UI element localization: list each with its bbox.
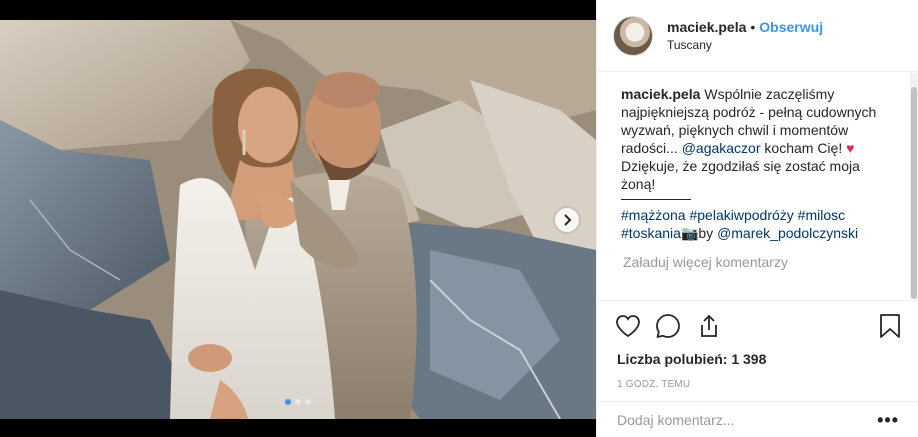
like-button[interactable]	[615, 311, 647, 341]
caption-username[interactable]: maciek.pela	[621, 86, 700, 102]
avatar[interactable]	[613, 15, 653, 56]
location-link[interactable]: Tuscany	[667, 38, 823, 52]
camera-emoji-icon: 📷	[680, 225, 699, 241]
follow-button[interactable]: Obserwuj	[759, 19, 823, 35]
post-timestamp[interactable]: 1 GODZ. TEMU	[617, 379, 901, 390]
comment-input[interactable]	[617, 411, 875, 428]
hashtag-list: #mążżona #pelakiwpodróży #milosc #toskan…	[621, 206, 895, 242]
comments-scrollbar[interactable]	[910, 73, 918, 299]
share-icon	[701, 314, 717, 337]
chevron-right-icon	[564, 214, 572, 226]
post-photo[interactable]	[0, 20, 596, 419]
comment-button[interactable]	[655, 311, 687, 341]
load-more-comments-button[interactable]: Załaduj więcej komentarzy	[623, 254, 895, 270]
likes-count[interactable]: Liczba polubień: 1 398	[617, 351, 901, 367]
post-header: maciek.pela • Obserwuj Tuscany	[597, 0, 918, 72]
post-actions: Liczba polubień: 1 398 1 GODZ. TEMU	[597, 300, 918, 390]
by-text: by	[698, 225, 718, 241]
caption-text: Dziękuje, że zgodziłaś się zostać moja ż…	[621, 158, 860, 192]
next-photo-button[interactable]	[555, 208, 579, 232]
comment-icon	[656, 314, 680, 338]
heart-emoji-icon: ♥	[846, 140, 855, 156]
hashtag-link[interactable]: #milosc	[798, 207, 845, 223]
carousel-dot	[285, 399, 291, 405]
photo-illustration	[0, 20, 596, 419]
photographer-mention-link[interactable]: @marek_podolczynski	[717, 225, 858, 241]
hashtag-link[interactable]: #pelakiwpodróży	[689, 207, 793, 223]
header-row: maciek.pela • Obserwuj	[667, 19, 823, 35]
hashtag-link[interactable]: #toskania	[621, 225, 681, 241]
header-separator: •	[750, 19, 756, 35]
author-username[interactable]: maciek.pela	[667, 19, 746, 35]
post-caption: maciek.pela Wspólnie zaczęliśmy najpiękni…	[621, 85, 895, 193]
carousel-dot	[295, 399, 301, 405]
add-comment-bar: •••	[597, 401, 918, 437]
hashtag-link[interactable]: #mążżona	[621, 207, 686, 223]
media-pane	[0, 0, 596, 437]
share-button[interactable]	[695, 311, 727, 341]
save-button[interactable]	[869, 311, 901, 341]
carousel-indicator	[0, 399, 596, 405]
post-side-panel: maciek.pela • Obserwuj Tuscany maciek.pe…	[596, 0, 918, 437]
caption-text: kocham Cię!	[760, 140, 847, 156]
caption-divider	[621, 199, 691, 200]
carousel-dot	[305, 399, 311, 405]
mention-link[interactable]: @agakaczor	[682, 140, 761, 156]
heart-icon	[616, 315, 640, 338]
scrollbar-thumb[interactable]	[911, 87, 917, 299]
comments-area: maciek.pela Wspólnie zaczęliśmy najpiękni…	[597, 73, 918, 299]
bookmark-icon	[880, 314, 900, 338]
header-text: maciek.pela • Obserwuj Tuscany	[667, 19, 823, 52]
action-row	[615, 311, 901, 341]
more-options-button[interactable]: •••	[875, 411, 899, 429]
